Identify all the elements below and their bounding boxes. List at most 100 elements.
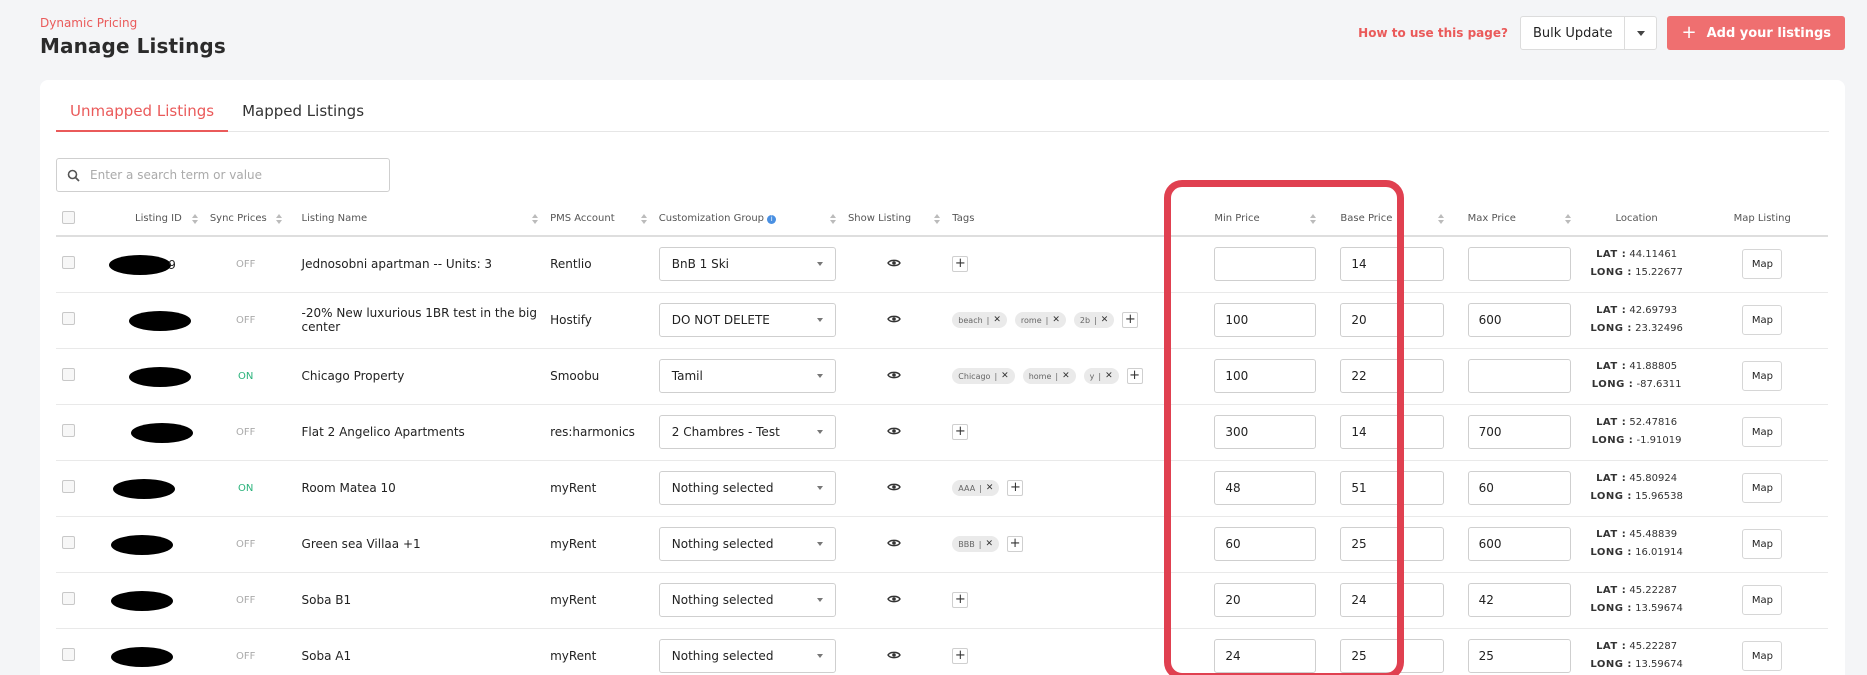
add-tag-button[interactable]: + — [952, 424, 969, 440]
base-price-input[interactable]: 51 — [1340, 471, 1444, 505]
close-icon[interactable]: ✕ — [1101, 315, 1109, 325]
col-listing-id[interactable]: Listing ID — [95, 202, 204, 237]
tag-chip[interactable]: BBB | ✕ — [952, 536, 1000, 552]
min-price-input[interactable]: 60 — [1214, 527, 1317, 561]
base-price-input[interactable]: 20 — [1340, 303, 1444, 337]
map-button[interactable]: Map — [1742, 249, 1783, 280]
base-price-input[interactable]: 25 — [1340, 527, 1444, 561]
max-price-input[interactable] — [1467, 359, 1571, 393]
customization-group-select[interactable]: DO NOT DELETE — [658, 303, 836, 337]
customization-group-select[interactable]: Nothing selected — [658, 527, 836, 561]
add-tag-button[interactable]: + — [952, 256, 969, 273]
sync-cell[interactable]: OFF — [203, 628, 288, 675]
map-button[interactable]: Map — [1742, 473, 1783, 503]
map-button[interactable]: Map — [1742, 529, 1783, 559]
map-button[interactable]: Map — [1742, 641, 1783, 671]
min-price-input[interactable]: 48 — [1214, 471, 1317, 505]
min-price-input[interactable]: 100 — [1214, 359, 1317, 393]
col-group[interactable]: Customization Group i — [652, 202, 842, 237]
select-all-checkbox[interactable] — [62, 210, 75, 224]
close-icon[interactable]: ✕ — [1062, 371, 1070, 381]
base-price-input[interactable]: 14 — [1340, 415, 1444, 449]
map-button[interactable]: Map — [1742, 585, 1783, 615]
close-icon[interactable]: ✕ — [986, 483, 994, 493]
max-price-input[interactable]: 42 — [1467, 583, 1571, 617]
tab-mapped[interactable]: Mapped Listings — [228, 102, 378, 132]
base-price-input[interactable]: 25 — [1340, 639, 1444, 673]
help-link[interactable]: How to use this page? — [1358, 26, 1508, 40]
row-checkbox[interactable] — [62, 648, 75, 661]
add-tag-button[interactable]: + — [952, 648, 969, 664]
sync-cell[interactable]: ON — [203, 348, 288, 405]
col-show[interactable]: Show Listing — [841, 202, 947, 237]
close-icon[interactable]: ✕ — [1052, 315, 1060, 325]
sync-cell[interactable]: OFF — [203, 404, 288, 461]
show-listing-cell[interactable] — [841, 460, 947, 517]
base-price-input[interactable]: 24 — [1340, 583, 1444, 617]
tab-unmapped[interactable]: Unmapped Listings — [56, 102, 229, 132]
tag-chip[interactable]: AAA | ✕ — [952, 480, 1000, 496]
sync-cell[interactable]: OFF — [203, 292, 288, 349]
min-price-input[interactable] — [1214, 247, 1317, 282]
customization-group-select[interactable]: Nothing selected — [658, 471, 836, 505]
close-icon[interactable]: ✕ — [985, 539, 993, 549]
max-price-input[interactable]: 700 — [1467, 415, 1571, 449]
customization-group-select[interactable]: 2 Chambres - Test — [658, 415, 836, 449]
tag-chip[interactable]: rome | ✕ — [1014, 312, 1066, 328]
max-price-input[interactable]: 600 — [1467, 527, 1571, 561]
customization-group-select[interactable]: Nothing selected — [658, 583, 836, 617]
col-pms[interactable]: PMS Account — [544, 202, 653, 237]
min-price-input[interactable]: 300 — [1214, 415, 1317, 449]
sync-cell[interactable]: OFF — [203, 516, 288, 573]
show-listing-cell[interactable] — [841, 516, 947, 573]
show-listing-cell[interactable] — [841, 572, 947, 629]
map-button[interactable]: Map — [1742, 361, 1783, 391]
sync-cell[interactable]: OFF — [203, 572, 288, 629]
close-icon[interactable]: ✕ — [1001, 371, 1009, 381]
add-tag-button[interactable]: + — [1122, 312, 1139, 328]
col-min[interactable]: Min Price — [1196, 202, 1323, 237]
min-price-input[interactable]: 20 — [1214, 583, 1317, 617]
tag-chip[interactable]: 2b | ✕ — [1073, 312, 1115, 328]
min-price-input[interactable]: 24 — [1214, 639, 1317, 673]
tag-chip[interactable]: home | ✕ — [1022, 368, 1076, 384]
close-icon[interactable]: ✕ — [993, 315, 1001, 325]
col-name[interactable]: Listing Name — [287, 202, 545, 237]
show-listing-cell[interactable] — [841, 348, 947, 405]
row-checkbox[interactable] — [62, 424, 75, 437]
col-max[interactable]: Max Price — [1449, 202, 1577, 237]
close-icon[interactable]: ✕ — [1105, 371, 1113, 381]
max-price-input[interactable] — [1467, 247, 1571, 282]
tag-chip[interactable]: beach | ✕ — [952, 312, 1007, 328]
add-tag-button[interactable]: + — [1007, 480, 1024, 496]
max-price-input[interactable]: 600 — [1467, 303, 1571, 337]
min-price-input[interactable]: 100 — [1214, 303, 1317, 337]
add-tag-button[interactable]: + — [1126, 368, 1143, 384]
customization-group-select[interactable]: Nothing selected — [658, 639, 836, 673]
tag-chip[interactable]: Chicago | ✕ — [952, 368, 1015, 384]
customization-group-select[interactable]: BnB 1 Ski — [658, 247, 836, 282]
row-checkbox[interactable] — [62, 368, 75, 381]
map-button[interactable]: Map — [1742, 417, 1783, 447]
show-listing-cell[interactable] — [841, 404, 947, 461]
max-price-input[interactable]: 60 — [1467, 471, 1571, 505]
show-listing-cell[interactable] — [841, 628, 947, 675]
add-tag-button[interactable]: + — [1007, 536, 1024, 552]
sync-cell[interactable]: ON — [203, 460, 288, 517]
base-price-input[interactable]: 22 — [1340, 359, 1444, 393]
row-checkbox[interactable] — [62, 256, 75, 270]
tag-chip[interactable]: y | ✕ — [1083, 368, 1119, 384]
row-checkbox[interactable] — [62, 536, 75, 549]
row-checkbox[interactable] — [62, 312, 75, 325]
customization-group-select[interactable]: Tamil — [658, 359, 836, 393]
max-price-input[interactable]: 25 — [1467, 639, 1571, 673]
add-listings-button[interactable]: + Add your listings — [1667, 16, 1845, 50]
base-price-input[interactable]: 14 — [1340, 247, 1444, 282]
row-checkbox[interactable] — [62, 592, 75, 605]
show-listing-cell[interactable] — [841, 236, 947, 293]
map-button[interactable]: Map — [1742, 305, 1783, 335]
search-input[interactable]: Enter a search term or value — [56, 158, 390, 192]
add-tag-button[interactable]: + — [952, 592, 969, 608]
bulk-update-button[interactable]: Bulk Update — [1521, 17, 1625, 49]
row-checkbox[interactable] — [62, 480, 75, 493]
